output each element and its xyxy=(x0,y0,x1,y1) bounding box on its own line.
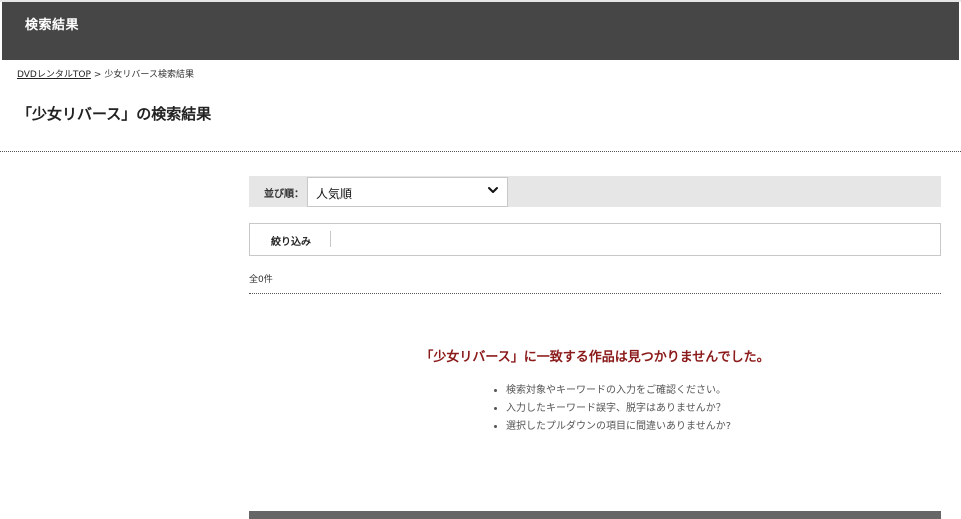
breadcrumb-separator: > xyxy=(93,70,102,80)
results-divider xyxy=(249,293,941,294)
footer-bar xyxy=(249,511,941,519)
list-item: 選択したプルダウンの項目に間違いありませんか? xyxy=(506,418,731,436)
breadcrumb-current: 少女リバース検索結果 xyxy=(104,70,194,80)
sort-selected-value: 人気順 xyxy=(316,187,353,201)
sort-select[interactable]: 人気順 xyxy=(307,177,508,207)
filter-divider xyxy=(330,231,331,247)
header-title: 検索結果 xyxy=(25,18,80,33)
filter-button[interactable]: 絞り込み xyxy=(271,233,311,248)
breadcrumb-home-link[interactable]: DVDレンタルTOP xyxy=(17,70,91,80)
list-item: 検索対象やキーワードの入力をご確認ください。 xyxy=(506,382,731,400)
page-header: 検索結果 xyxy=(2,2,959,60)
sort-label: 並び順： xyxy=(264,189,304,200)
search-tips-list: 検索対象やキーワードの入力をご確認ください。 入力したキーワード誤字、脱字はあり… xyxy=(490,382,731,436)
title-divider xyxy=(0,151,961,152)
filter-bar: 絞り込み xyxy=(249,223,941,256)
result-count: 全0件 xyxy=(249,275,273,285)
chevron-down-icon xyxy=(488,187,498,193)
sort-bar: 並び順： 人気順 xyxy=(249,176,941,207)
breadcrumb: DVDレンタルTOP > 少女リバース検索結果 xyxy=(17,67,194,80)
page-title: 「少女リバース」の検索結果 xyxy=(17,105,212,123)
no-result-message: 「少女リバース」に一致する作品は見つかりませんでした。 xyxy=(420,350,770,365)
list-item: 入力したキーワード誤字、脱字はありませんか？ xyxy=(506,400,731,418)
